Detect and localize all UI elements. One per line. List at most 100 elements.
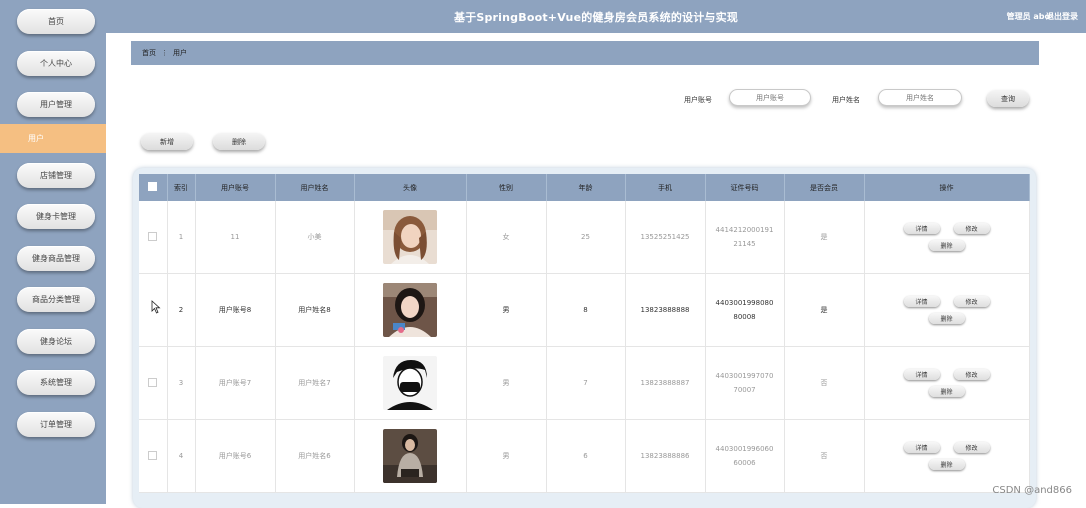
- avatar: [383, 210, 437, 264]
- sidebar: 首页 个人中心 用户管理 用户 店铺管理 健身卡管理 健身商品管理 商品分类管理…: [0, 0, 106, 504]
- add-button[interactable]: 新增: [141, 133, 193, 150]
- delete-button[interactable]: 删除: [928, 313, 965, 324]
- sidebar-item-category-management[interactable]: 商品分类管理: [17, 287, 95, 312]
- cell-avatar: [354, 273, 467, 347]
- sidebar-item-product-management[interactable]: 健身商品管理: [17, 246, 95, 271]
- cell-gender: 女: [466, 201, 547, 274]
- logout-link[interactable]: 退出登录: [1046, 11, 1078, 22]
- cell-id-number: 440300199808080008: [705, 273, 785, 347]
- edit-button[interactable]: 修改: [953, 296, 990, 307]
- cell-gender: 男: [466, 419, 547, 493]
- header-account: 用户账号: [195, 174, 276, 201]
- app-title: 基于SpringBoot+Vue的健身房会员系统的设计与实现: [453, 11, 739, 24]
- header-phone: 手机: [625, 174, 706, 201]
- cell-gender: 男: [466, 346, 547, 420]
- table-row: 2 用户账号8 用户姓名8 男 8 13823888888 4403001998…: [139, 273, 1030, 347]
- cell-id-number: 440300199707070007: [705, 346, 785, 420]
- cell-avatar: [354, 201, 467, 274]
- cell-name: 用户姓名8: [275, 273, 355, 347]
- cell-account: 用户账号7: [195, 346, 276, 420]
- account-search-label: 用户账号: [684, 96, 712, 104]
- header-age: 年龄: [546, 174, 626, 201]
- cell-actions: 详情 修改 删除: [864, 419, 1030, 493]
- cell-account: 用户账号8: [195, 273, 276, 347]
- detail-button[interactable]: 详情: [903, 442, 940, 453]
- header-gender: 性别: [466, 174, 547, 201]
- sidebar-item-forum[interactable]: 健身论坛: [17, 329, 95, 354]
- cell-actions: 详情 修改 删除: [864, 346, 1030, 420]
- header-id-number: 证件号码: [705, 174, 785, 201]
- cell-name: 小美: [275, 201, 355, 274]
- cell-age: 8: [546, 273, 626, 347]
- cell-age: 6: [546, 419, 626, 493]
- query-button[interactable]: 查询: [987, 90, 1029, 107]
- cell-account: 用户账号6: [195, 419, 276, 493]
- avatar: [383, 429, 437, 483]
- row-checkbox[interactable]: [139, 346, 168, 420]
- user-table: 索引 用户账号 用户姓名 头像 性别 年龄 手机 证件号码 是否会员 操作 1 …: [139, 174, 1030, 493]
- header-avatar: 头像: [354, 174, 467, 201]
- cell-index: 1: [167, 201, 196, 274]
- table-row: 3 用户账号7 用户姓名7 男 7 13823888887 4403001997…: [139, 346, 1030, 420]
- edit-button[interactable]: 修改: [953, 369, 990, 380]
- sidebar-item-card-management[interactable]: 健身卡管理: [17, 204, 95, 229]
- sidebar-item-order-management[interactable]: 订单管理: [17, 412, 95, 437]
- account-search-input[interactable]: [729, 89, 811, 106]
- sidebar-item-profile[interactable]: 个人中心: [17, 51, 95, 76]
- detail-button[interactable]: 详情: [903, 369, 940, 380]
- cell-member: 是: [784, 273, 865, 347]
- breadcrumb-separator: ⋮: [161, 49, 168, 57]
- row-checkbox[interactable]: [139, 201, 168, 274]
- current-user: 管理员 abo: [1006, 12, 1050, 21]
- name-search-label: 用户姓名: [832, 96, 860, 104]
- header-member: 是否会员: [784, 174, 865, 201]
- watermark: CSDN @and866: [992, 485, 1072, 496]
- table-row: 4 用户账号6 用户姓名6 男 6 13823888886 4403001996…: [139, 419, 1030, 493]
- header-name: 用户姓名: [275, 174, 355, 201]
- batch-delete-button[interactable]: 删除: [213, 133, 265, 150]
- delete-button[interactable]: 删除: [928, 240, 965, 251]
- row-checkbox[interactable]: [139, 419, 168, 493]
- delete-button[interactable]: 删除: [928, 386, 965, 397]
- cell-index: 4: [167, 419, 196, 493]
- avatar: [383, 283, 437, 337]
- detail-button[interactable]: 详情: [903, 223, 940, 234]
- table-header-row: 索引 用户账号 用户姓名 头像 性别 年龄 手机 证件号码 是否会员 操作: [139, 174, 1030, 201]
- header-index: 索引: [167, 174, 196, 201]
- cell-actions: 详情 修改 删除: [864, 273, 1030, 347]
- cell-member: 是: [784, 201, 865, 274]
- avatar: [383, 356, 437, 410]
- header-actions: 操作: [864, 174, 1030, 201]
- cell-avatar: [354, 419, 467, 493]
- cell-phone: 13525251425: [625, 201, 706, 274]
- cell-member: 否: [784, 346, 865, 420]
- cell-member: 否: [784, 419, 865, 493]
- cell-phone: 13823888887: [625, 346, 706, 420]
- cell-account: 11: [195, 201, 276, 274]
- edit-button[interactable]: 修改: [953, 442, 990, 453]
- breadcrumb-home[interactable]: 首页: [142, 48, 156, 58]
- table-row: 1 11 小美 女 25 13525251425 441421200019121…: [139, 201, 1030, 274]
- name-search-input[interactable]: [878, 89, 962, 106]
- sidebar-item-store-management[interactable]: 店铺管理: [17, 163, 95, 188]
- sidebar-item-user-management[interactable]: 用户管理: [17, 92, 95, 117]
- cell-age: 7: [546, 346, 626, 420]
- cell-name: 用户姓名7: [275, 346, 355, 420]
- cell-actions: 详情 修改 删除: [864, 201, 1030, 274]
- cell-age: 25: [546, 201, 626, 274]
- sidebar-item-users[interactable]: 用户: [0, 124, 106, 153]
- breadcrumb: 首页 ⋮ 用户: [131, 41, 1039, 65]
- sidebar-item-home[interactable]: 首页: [17, 9, 95, 34]
- edit-button[interactable]: 修改: [953, 223, 990, 234]
- mouse-cursor-icon: [151, 300, 161, 314]
- sidebar-item-system-management[interactable]: 系统管理: [17, 370, 95, 395]
- cell-avatar: [354, 346, 467, 420]
- select-all-checkbox[interactable]: [139, 174, 168, 201]
- cell-name: 用户姓名6: [275, 419, 355, 493]
- cell-gender: 男: [466, 273, 547, 347]
- cell-phone: 13823888886: [625, 419, 706, 493]
- breadcrumb-current: 用户: [173, 49, 187, 57]
- detail-button[interactable]: 详情: [903, 296, 940, 307]
- cell-phone: 13823888888: [625, 273, 706, 347]
- delete-button[interactable]: 删除: [928, 459, 965, 470]
